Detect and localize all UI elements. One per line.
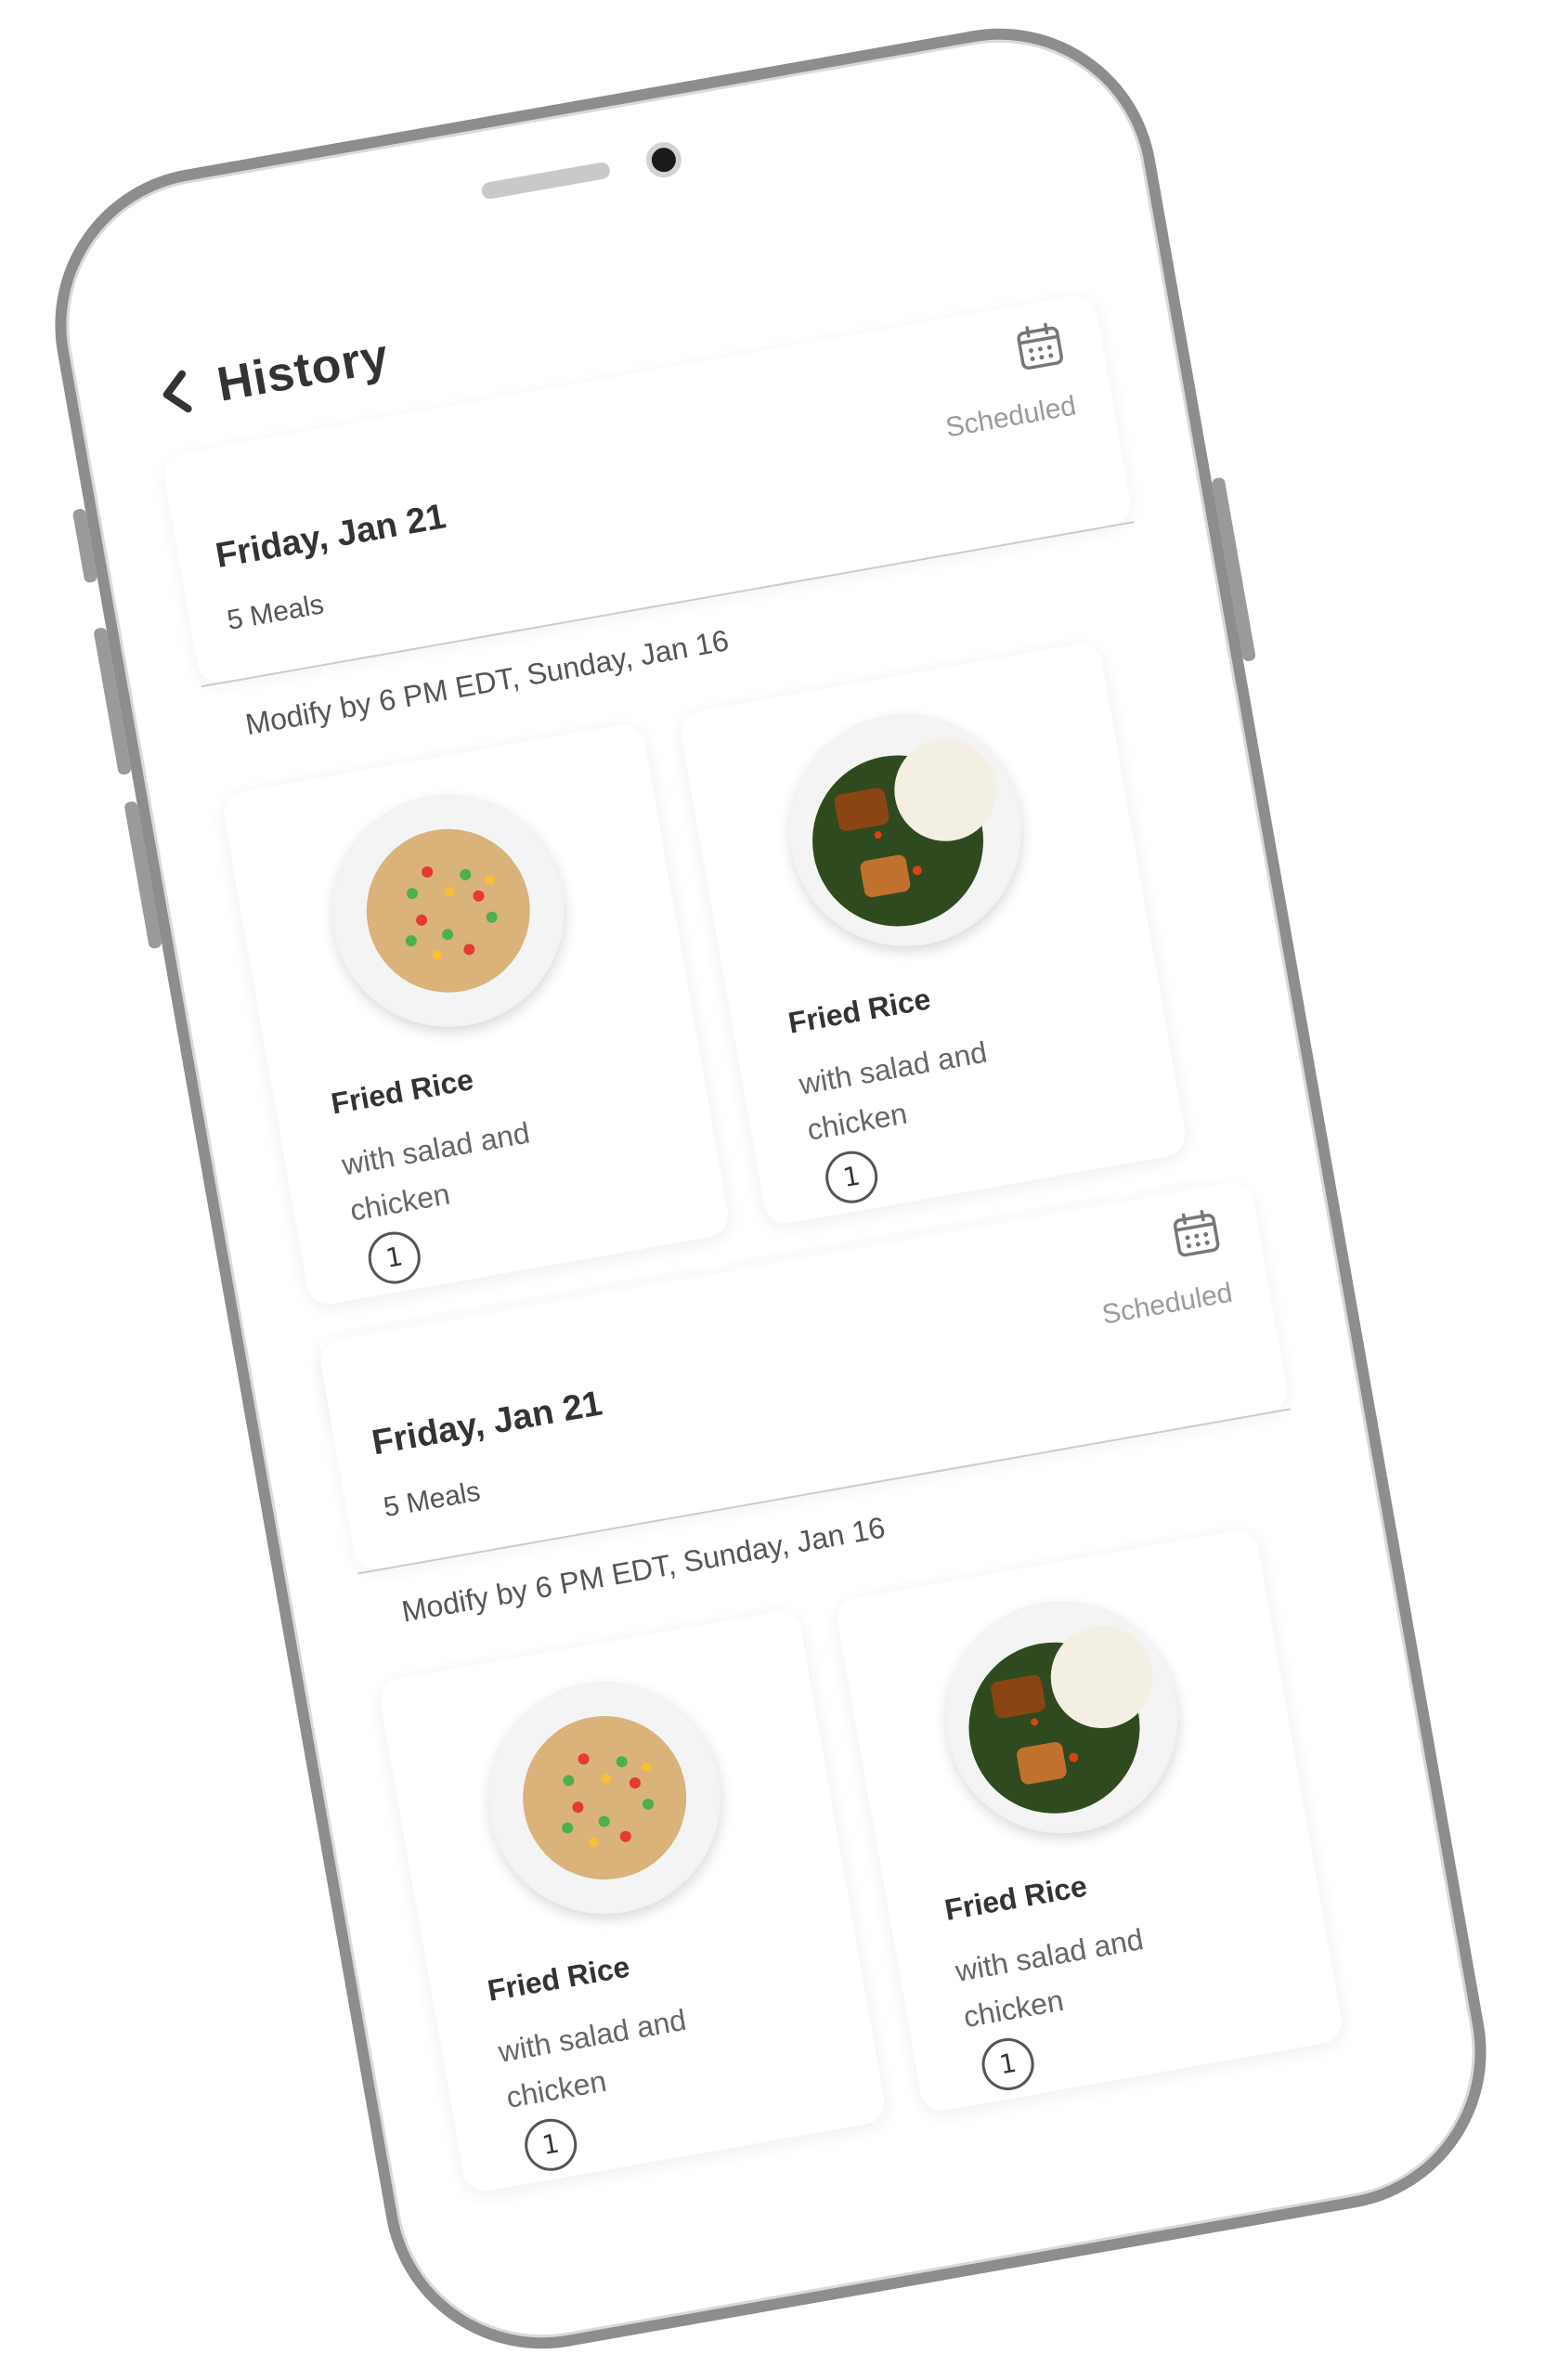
delivery-date: Friday, Jan 21 (369, 1384, 605, 1463)
meal-name: Fried Rice (328, 1062, 476, 1121)
status-badge: Scheduled (943, 390, 1079, 444)
calendar-icon[interactable] (1011, 318, 1070, 376)
vegetable-soup-image (927, 1582, 1197, 1852)
page-title: History (213, 329, 394, 412)
meal-name: Fried Rice (485, 1949, 632, 2008)
vegetable-soup-image (771, 696, 1040, 965)
status-badge: Scheduled (1099, 1277, 1235, 1331)
meals-count: 5 Meals (225, 589, 327, 637)
mockup-stage: History Scheduled Friday, Jan 21 5 Meals… (0, 0, 1545, 2380)
delivery-date: Friday, Jan 21 (213, 497, 449, 577)
phone-device: History Scheduled Friday, Jan 21 5 Meals… (30, 3, 1512, 2374)
app-header: History (152, 315, 396, 437)
quantity-badge: 1 (978, 2034, 1039, 2095)
meal-card[interactable]: Fried Rice with salad and chicken 1 (376, 1607, 889, 2195)
meal-name: Fried Rice (941, 1868, 1090, 1927)
quantity-badge: 1 (520, 2114, 581, 2176)
quantity-badge: 1 (821, 1147, 882, 1208)
chevron-left-icon[interactable] (155, 368, 194, 419)
meal-name: Fried Rice (785, 982, 933, 1040)
fried-rice-image (470, 1663, 740, 1932)
delivery-card: Scheduled Friday, Jan 21 5 Meals Modify … (317, 1179, 1400, 2195)
meal-card[interactable]: Fried Rice with salad and chicken 1 (834, 1528, 1345, 2114)
meal-card[interactable]: Fried Rice with salad and chicken 1 (677, 640, 1189, 1228)
meals-count: 5 Meals (381, 1476, 483, 1524)
meal-card[interactable]: Fried Rice with salad and chicken 1 (220, 721, 732, 1307)
app-screen: History Scheduled Friday, Jan 21 5 Meals… (110, 150, 1444, 2291)
fried-rice-image (313, 775, 583, 1046)
calendar-icon[interactable] (1167, 1204, 1226, 1263)
quantity-badge: 1 (364, 1228, 425, 1288)
